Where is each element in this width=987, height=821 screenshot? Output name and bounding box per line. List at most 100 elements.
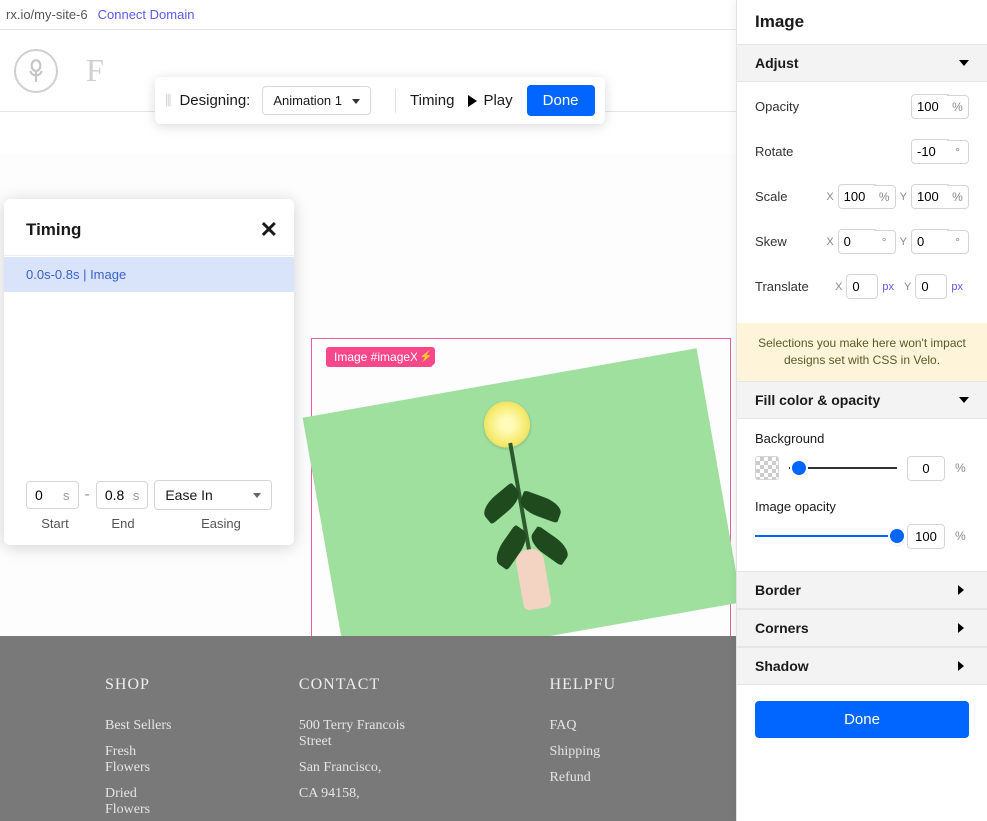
footer-heading: SHOP	[105, 676, 179, 694]
unit-percent: %	[947, 95, 969, 119]
scale-y-input[interactable]	[911, 184, 951, 209]
image-element[interactable]: Image #imageX1 ⚡	[311, 338, 731, 656]
scale-label: Scale	[755, 189, 822, 204]
site-footer: SHOP Best Sellers Fresh Flowers Dried Fl…	[0, 636, 736, 821]
design-toolbar: ⫼ Designing: Animation 1 Timing Play Don…	[155, 77, 605, 124]
footer-link[interactable]: Refund	[550, 770, 616, 786]
unit-deg: °	[947, 230, 969, 254]
skew-label: Skew	[755, 234, 822, 249]
footer-link[interactable]: Best Sellers	[105, 718, 179, 734]
opacity-label: Opacity	[755, 99, 911, 114]
scale-row: Scale X % Y %	[755, 184, 969, 209]
timing-inputs: s - s Ease In	[26, 480, 272, 510]
unit-px[interactable]: px	[951, 281, 963, 293]
section-label: Border	[755, 582, 801, 598]
opacity-input[interactable]	[911, 94, 951, 119]
footer-text: CA 94158,	[299, 786, 430, 802]
section-corners[interactable]: Corners	[737, 609, 987, 647]
adjust-body: Opacity % Rotate ° Scale X % Y % Skew X …	[737, 82, 987, 323]
section-label: Fill color & opacity	[755, 392, 880, 408]
checker-swatch[interactable]	[755, 456, 779, 480]
footer-link[interactable]: FAQ	[550, 718, 616, 734]
properties-sidebar: Image Adjust Opacity % Rotate ° Scale X …	[736, 0, 987, 821]
section-border[interactable]: Border	[737, 571, 987, 609]
done-section: Done	[737, 685, 987, 754]
background-label: Background	[755, 431, 969, 446]
unit-percent: %	[874, 185, 896, 209]
rotate-input[interactable]	[911, 139, 951, 164]
footer-col-shop: SHOP Best Sellers Fresh Flowers Dried Fl…	[105, 676, 179, 821]
connect-domain-link[interactable]: Connect Domain	[98, 7, 195, 22]
image-opacity-slider[interactable]	[755, 535, 897, 537]
unit-percent: %	[947, 185, 969, 209]
unit-px[interactable]: px	[882, 281, 894, 293]
easing-select[interactable]: Ease In	[154, 480, 272, 510]
section-adjust[interactable]: Adjust	[737, 44, 987, 82]
done-button[interactable]: Done	[527, 85, 595, 116]
flower-graphic	[454, 393, 591, 627]
animation-select[interactable]: Animation 1	[262, 86, 371, 115]
section-shadow[interactable]: Shadow	[737, 647, 987, 685]
slider-thumb[interactable]	[890, 529, 904, 543]
dash: -	[85, 486, 90, 504]
animation-value: Animation 1	[273, 93, 342, 108]
axis-y: Y	[900, 236, 907, 248]
start-value[interactable]	[35, 487, 61, 503]
section-label: Shadow	[755, 658, 809, 674]
image-opacity-label: Image opacity	[755, 499, 969, 514]
velo-warning: Selections you make here won't impact de…	[737, 323, 987, 381]
start-time-input[interactable]: s	[26, 481, 79, 509]
axis-y: Y	[900, 191, 907, 203]
axis-y: Y	[904, 281, 911, 293]
footer-link[interactable]: Shipping	[550, 744, 616, 760]
rotate-label: Rotate	[755, 144, 911, 159]
site-logo[interactable]	[14, 49, 58, 93]
timing-panel: Timing ✕ 0.0s-0.8s | Image s - s Ease In…	[4, 199, 294, 545]
skew-row: Skew X ° Y °	[755, 229, 969, 254]
timing-labels: Start End Easing	[26, 516, 272, 531]
sidebar-done-button[interactable]: Done	[755, 701, 969, 738]
logo-letter: F	[86, 52, 104, 89]
translate-x-input[interactable]	[846, 274, 878, 299]
footer-link[interactable]: Fresh Flowers	[105, 744, 179, 776]
section-fill[interactable]: Fill color & opacity	[737, 381, 987, 419]
scale-x-input[interactable]	[838, 184, 878, 209]
timing-panel-header: Timing ✕	[4, 199, 294, 256]
unit-percent: %	[955, 461, 969, 475]
unit-deg: °	[947, 140, 969, 164]
sidebar-title: Image	[737, 0, 987, 44]
slider-thumb[interactable]	[792, 461, 806, 475]
flower-icon	[23, 58, 49, 84]
timing-button[interactable]: Timing	[410, 92, 454, 109]
play-button[interactable]: Play	[468, 92, 512, 109]
play-label: Play	[483, 92, 512, 109]
translate-y-input[interactable]	[915, 274, 947, 299]
footer-col-contact: CONTACT 500 Terry Francois Street San Fr…	[299, 676, 430, 821]
footer-link[interactable]: Dried Flowers	[105, 786, 179, 818]
skew-y-input[interactable]	[911, 229, 951, 254]
footer-text: 500 Terry Francois Street	[299, 718, 430, 750]
footer-heading: HELPFU	[550, 676, 616, 694]
unit-s: s	[133, 488, 140, 503]
close-icon[interactable]: ✕	[260, 217, 278, 243]
axis-x: X	[835, 281, 842, 293]
bolt-icon[interactable]: ⚡	[417, 347, 435, 365]
timing-keyframe-item[interactable]: 0.0s-0.8s | Image	[4, 257, 294, 292]
site-url: rx.io/my-site-6	[6, 7, 88, 22]
opacity-row: Opacity %	[755, 94, 969, 119]
background-slider[interactable]	[789, 467, 897, 469]
grip-icon[interactable]: ⫼	[165, 92, 171, 109]
skew-x-input[interactable]	[838, 229, 878, 254]
translate-row: Translate X px Y px	[755, 274, 969, 299]
rotate-row: Rotate °	[755, 139, 969, 164]
image-opacity-value[interactable]	[907, 524, 945, 549]
end-value[interactable]	[105, 487, 131, 503]
background-slider-row: Background %	[755, 431, 969, 481]
end-label: End	[92, 516, 154, 531]
footer-text: San Francisco,	[299, 760, 430, 776]
end-time-input[interactable]: s	[96, 481, 149, 509]
section-label: Adjust	[755, 55, 799, 71]
unit-deg: °	[874, 230, 896, 254]
section-label: Corners	[755, 620, 809, 636]
background-value[interactable]	[907, 456, 945, 481]
